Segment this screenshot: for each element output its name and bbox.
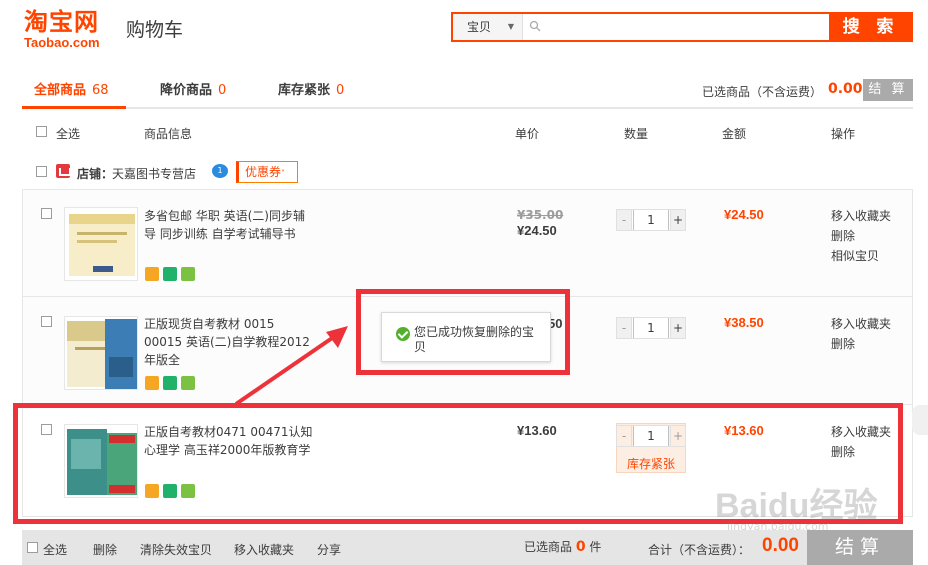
column-quantity: 数量 — [624, 127, 649, 141]
active-tab-indicator — [22, 106, 126, 109]
search-input[interactable] — [547, 16, 827, 38]
card-pay-icon — [145, 376, 159, 390]
footer-delete-link[interactable]: 删除 — [93, 541, 117, 558]
shop-name-link[interactable]: 天嘉图书专营店 — [112, 165, 196, 182]
seven-day-return-icon — [162, 267, 177, 281]
item-actions: 移入收藏夹 删除 相似宝贝 — [831, 206, 891, 266]
taobao-logo[interactable]: 淘宝网 Taobao.com — [24, 8, 124, 52]
similar-items-link[interactable]: 相似宝贝 — [831, 246, 891, 266]
logo-sub-text: Taobao.com — [24, 35, 100, 50]
tab-count: 0 — [336, 83, 345, 98]
column-amount: 金额 — [722, 127, 747, 141]
footer-selected-count[interactable]: 已选商品 0 件 — [524, 538, 601, 555]
footer-clear-invalid-link[interactable]: 清除失效宝贝 — [140, 541, 212, 558]
search-box: 宝贝 ▼ — [451, 12, 831, 42]
select-all-checkbox[interactable] — [36, 126, 47, 137]
delete-link[interactable]: 删除 — [831, 226, 891, 246]
coupon-button[interactable]: 优惠券˅ — [236, 161, 298, 183]
column-select-all: 全选 — [56, 127, 81, 141]
footer-selected-number: 0 — [575, 539, 586, 555]
tab-label: 全部商品 — [34, 83, 87, 98]
item-checkbox[interactable] — [41, 316, 52, 327]
consumer-protection-icon — [180, 376, 195, 390]
tab-label: 降价商品 — [160, 83, 213, 98]
annotation-frame-toast — [356, 289, 570, 375]
tab-label: 库存紧张 — [278, 83, 331, 98]
annotation-arrow-icon — [234, 326, 348, 406]
column-item-info: 商品信息 — [144, 127, 193, 141]
column-unit-price: 单价 — [515, 127, 540, 141]
shop-label: 店铺： — [77, 167, 114, 181]
footer-move-favorites-link[interactable]: 移入收藏夹 — [234, 541, 294, 558]
selected-amount: 0.00 — [828, 81, 863, 97]
item-checkbox[interactable] — [41, 208, 52, 219]
item-thumbnail[interactable] — [64, 316, 138, 390]
page-title: 购物车 — [126, 19, 184, 41]
item-title-link[interactable]: 多省包邮 华职 英语(二)同步辅导 同步训练 自学考试辅导书 — [144, 207, 314, 243]
tabs-divider — [22, 107, 913, 109]
seven-day-return-icon — [162, 376, 177, 390]
chevron-down-icon: ▼ — [507, 22, 514, 31]
footer-total-amount: 0.00 — [762, 535, 799, 556]
quantity-stepper: - 1 + — [616, 317, 686, 339]
increase-button[interactable]: + — [670, 210, 685, 230]
chevron-down-icon: ˅ — [281, 169, 286, 178]
item-thumbnail[interactable] — [64, 207, 138, 281]
consumer-protection-icon — [180, 267, 195, 281]
search-button[interactable]: 搜 索 — [829, 12, 913, 42]
checkout-button[interactable]: 结算 — [807, 530, 913, 565]
tab-low-stock[interactable]: 库存紧张 0 — [278, 79, 344, 98]
footer-select-all-checkbox[interactable] — [27, 542, 38, 553]
footer-share-link[interactable]: 分享 — [317, 541, 341, 558]
tab-price-drop[interactable]: 降价商品 0 — [160, 79, 226, 98]
search-icon — [529, 20, 541, 32]
tab-count: 68 — [92, 83, 109, 98]
item-price-original: ¥35.00 — [517, 208, 564, 222]
tab-count: 0 — [218, 83, 227, 98]
edit-pencil-icon[interactable] — [912, 405, 928, 435]
move-to-favorites-link[interactable]: 移入收藏夹 — [831, 314, 891, 334]
item-subtotal: ¥24.50 — [724, 207, 764, 222]
move-to-favorites-link[interactable]: 移入收藏夹 — [831, 206, 891, 226]
column-actions: 操作 — [831, 127, 856, 141]
shop-checkbox[interactable] — [36, 166, 47, 177]
tab-all-items[interactable]: 全部商品 68 — [34, 79, 109, 98]
decrease-button[interactable]: - — [617, 318, 632, 338]
increase-button[interactable]: + — [670, 318, 685, 338]
book-cover-icon — [67, 319, 137, 389]
card-pay-icon — [145, 267, 159, 281]
footer-selected-suffix: 件 — [589, 540, 602, 554]
quantity-input[interactable]: 1 — [633, 210, 669, 230]
search-scope-label: 宝贝 — [467, 20, 492, 34]
item-subtotal: ¥38.50 — [724, 315, 764, 330]
book-cover-icon — [69, 214, 135, 276]
coupon-label: 优惠券 — [245, 165, 282, 179]
footer-selected-prefix: 已选商品 — [524, 540, 573, 554]
quantity-stepper: - 1 + — [616, 209, 686, 231]
delete-link[interactable]: 删除 — [831, 334, 891, 354]
chat-icon[interactable]: 1 — [212, 164, 228, 178]
decrease-button[interactable]: - — [617, 210, 632, 230]
logo-main-text: 淘宝网 — [24, 8, 99, 36]
footer-total-label: 合计（不含运费）： — [648, 543, 751, 557]
footer-select-all-label[interactable]: 全选 — [43, 541, 67, 558]
baidu-watermark: Baidu经验 jingyan.baidu.com — [715, 478, 905, 538]
quantity-input[interactable]: 1 — [633, 318, 669, 338]
item-actions: 移入收藏夹 删除 — [831, 314, 891, 354]
shop-icon — [56, 164, 71, 178]
selected-summary-label: 已选商品（不含运费） — [702, 85, 823, 99]
service-badges — [145, 267, 195, 284]
search-scope-select[interactable]: 宝贝 ▼ — [453, 14, 523, 40]
checkout-button-top[interactable]: 结 算 — [863, 79, 913, 101]
item-price: ¥24.50 — [517, 223, 557, 238]
service-badges — [145, 376, 195, 393]
